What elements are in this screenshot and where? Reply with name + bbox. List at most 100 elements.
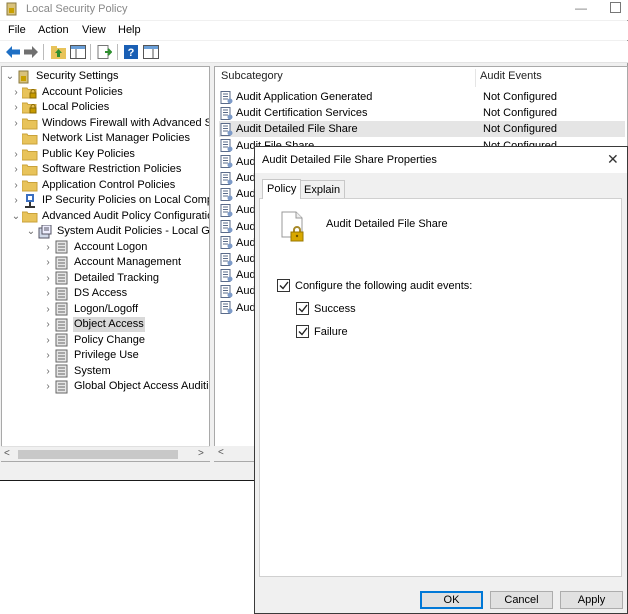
list-item[interactable]: Audit Detailed File Share Not Configured bbox=[219, 121, 625, 138]
column-header-subcategory[interactable]: Subcategory bbox=[221, 70, 283, 82]
tree-item-label: Windows Firewall with Advanced Secu bbox=[42, 116, 209, 129]
tree-item[interactable]: › DS Access bbox=[42, 286, 128, 301]
up-folder-icon[interactable] bbox=[50, 44, 66, 60]
cancel-button[interactable]: Cancel bbox=[490, 591, 553, 609]
ok-button[interactable]: OK bbox=[420, 591, 483, 609]
apply-button[interactable]: Apply bbox=[560, 591, 623, 609]
tree-item[interactable]: › Object Access bbox=[42, 317, 145, 332]
tree-item[interactable]: ⌄ System Audit Policies - Local Grou bbox=[25, 224, 209, 239]
policy-heading: Audit Detailed File Share bbox=[326, 218, 448, 230]
tree-item[interactable]: › Application Control Policies bbox=[10, 178, 176, 193]
audit-subcategory-icon bbox=[219, 155, 233, 169]
help-icon[interactable]: ? bbox=[123, 44, 139, 60]
chevron-right-icon[interactable]: › bbox=[10, 162, 22, 177]
tree-item-label: Account Management bbox=[74, 256, 182, 268]
tree-item[interactable]: › Policy Change bbox=[42, 333, 146, 348]
properties-pane-icon[interactable] bbox=[143, 44, 159, 60]
list-item[interactable]: Audit Application Generated Not Configure… bbox=[219, 89, 625, 105]
tree-item[interactable]: › Windows Firewall with Advanced Secu bbox=[10, 116, 209, 131]
tree-item[interactable]: › Software Restriction Policies bbox=[10, 162, 182, 177]
chevron-right-icon[interactable]: › bbox=[10, 85, 22, 100]
maximize-button[interactable] bbox=[610, 2, 621, 13]
column-divider[interactable] bbox=[475, 69, 476, 87]
chevron-right-icon[interactable]: › bbox=[42, 333, 54, 348]
toolbar: ? bbox=[0, 41, 628, 63]
scroll-left-arrow-icon[interactable]: < bbox=[4, 448, 10, 459]
chevron-right-icon[interactable]: › bbox=[42, 364, 54, 379]
subcategory-name: Audit Certification Services bbox=[236, 107, 368, 120]
tree-item[interactable]: › Account Policies bbox=[10, 85, 124, 100]
audit-category-icon bbox=[54, 380, 70, 394]
tree-item[interactable]: › Account Logon bbox=[42, 240, 148, 255]
tree-item[interactable]: › Global Object Access Auditing bbox=[42, 379, 210, 394]
chevron-right-icon[interactable]: › bbox=[42, 379, 54, 394]
tree-item[interactable]: › Public Key Policies bbox=[10, 147, 136, 162]
tree-item-label: DS Access bbox=[74, 287, 128, 299]
chevron-right-icon[interactable]: › bbox=[42, 286, 54, 301]
menu-view[interactable]: View bbox=[82, 24, 106, 36]
chevron-down-icon[interactable]: ⌄ bbox=[4, 69, 16, 84]
tree-item[interactable]: ⌄ Security Settings bbox=[4, 69, 120, 84]
export-list-icon[interactable] bbox=[96, 44, 112, 60]
audit-events-value: Not Configured bbox=[483, 91, 557, 103]
shield-icon bbox=[16, 70, 32, 84]
tab-explain[interactable]: Explain bbox=[299, 180, 346, 199]
failure-row[interactable]: Failure bbox=[296, 325, 348, 338]
tree-item[interactable]: › System bbox=[42, 364, 112, 379]
forward-arrow-icon[interactable] bbox=[23, 44, 39, 60]
back-arrow-icon[interactable] bbox=[5, 44, 21, 60]
audit-policy-icon bbox=[37, 224, 53, 239]
failure-checkbox[interactable] bbox=[296, 325, 309, 338]
menu-help[interactable]: Help bbox=[118, 24, 141, 36]
audit-category-icon bbox=[54, 364, 70, 378]
failure-label: Failure bbox=[314, 325, 348, 338]
chevron-down-icon[interactable]: ⌄ bbox=[25, 224, 37, 239]
list-item[interactable]: Audit Certification Services Not Configur… bbox=[219, 105, 625, 121]
chevron-right-icon[interactable]: › bbox=[42, 348, 54, 363]
chevron-right-icon[interactable]: › bbox=[10, 178, 22, 193]
success-row[interactable]: Success bbox=[296, 302, 356, 315]
title-bar: Local Security Policy — bbox=[0, 0, 628, 20]
tree-item[interactable]: ⌄ Advanced Audit Policy Configuration bbox=[10, 209, 209, 224]
column-header-audit-events[interactable]: Audit Events bbox=[480, 70, 542, 82]
policy-tab-panel: Audit Detailed File Share Configure the … bbox=[259, 198, 622, 577]
tree-item[interactable]: › Local Policies bbox=[10, 100, 110, 115]
scrollbar-thumb[interactable] bbox=[18, 450, 178, 459]
folder-icon bbox=[22, 116, 38, 130]
chevron-right-icon[interactable]: › bbox=[42, 317, 54, 332]
chevron-down-icon[interactable]: ⌄ bbox=[10, 209, 22, 224]
menu-file[interactable]: File bbox=[8, 24, 26, 36]
configure-audit-events-checkbox[interactable] bbox=[277, 279, 290, 292]
tree-item-label: Global Object Access Auditing bbox=[74, 380, 210, 392]
chevron-right-icon[interactable]: › bbox=[42, 271, 54, 286]
chevron-right-icon[interactable]: › bbox=[42, 255, 54, 270]
chevron-right-icon[interactable]: › bbox=[10, 100, 22, 115]
configure-audit-events-row[interactable]: Configure the following audit events: bbox=[277, 279, 472, 292]
success-checkbox[interactable] bbox=[296, 302, 309, 315]
tree-item[interactable]: › IP Security Policies on Local Compute bbox=[10, 193, 209, 208]
tree-item[interactable]: › Logon/Logoff bbox=[42, 302, 139, 317]
close-icon[interactable]: ✕ bbox=[607, 151, 619, 168]
chevron-right-icon[interactable]: › bbox=[42, 240, 54, 255]
chevron-right-icon[interactable]: › bbox=[10, 193, 22, 208]
scroll-right-arrow-icon[interactable]: > bbox=[198, 448, 204, 459]
chevron-right-icon[interactable]: › bbox=[42, 302, 54, 317]
tree-item[interactable]: › Account Management bbox=[42, 255, 182, 270]
scroll-left-arrow-icon[interactable]: < bbox=[218, 447, 224, 458]
tree-item-label: Account Policies bbox=[42, 85, 123, 98]
tree-item[interactable]: › Privilege Use bbox=[42, 348, 140, 363]
chevron-right-icon[interactable]: › bbox=[10, 116, 22, 131]
tab-policy[interactable]: Policy bbox=[262, 179, 302, 199]
chevron-right-icon[interactable]: › bbox=[10, 147, 22, 162]
audit-category-icon bbox=[54, 256, 70, 270]
tree-horizontal-scrollbar[interactable]: < > bbox=[1, 446, 210, 461]
tree-item[interactable]: Network List Manager Policies bbox=[10, 131, 191, 146]
menu-action[interactable]: Action bbox=[38, 24, 69, 36]
list-horizontal-scrollbar[interactable]: < bbox=[214, 446, 254, 461]
minimize-button[interactable]: — bbox=[574, 1, 588, 15]
ipsec-icon bbox=[22, 193, 38, 208]
tree-item[interactable]: › Detailed Tracking bbox=[42, 271, 160, 286]
toolbar-separator bbox=[90, 44, 91, 60]
audit-subcategory-icon bbox=[219, 284, 233, 298]
show-hide-tree-icon[interactable] bbox=[70, 44, 86, 60]
